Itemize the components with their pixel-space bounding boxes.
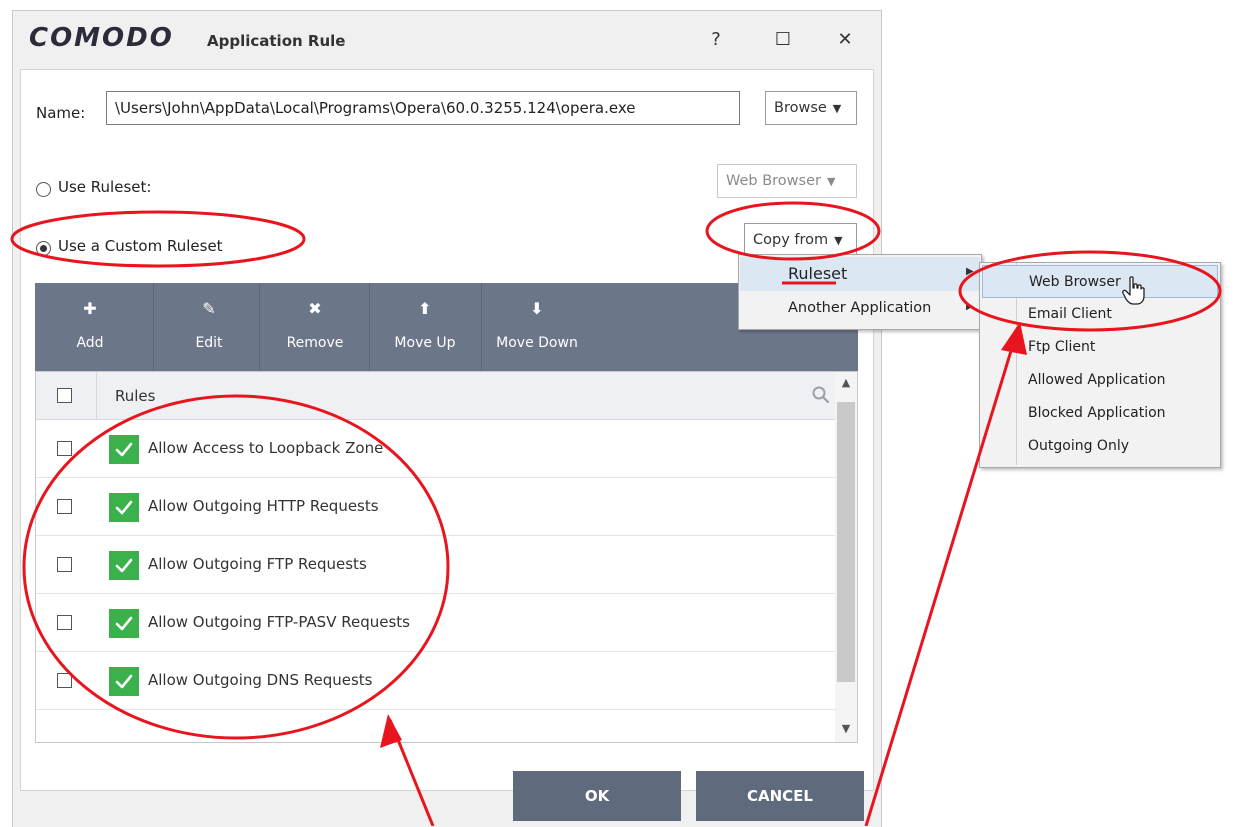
- submenu-item-label: Blocked Application: [1028, 405, 1166, 421]
- rule-label: Allow Outgoing DNS Requests: [148, 671, 373, 689]
- comodo-logo: COMODO: [29, 23, 174, 53]
- ruleset-dropdown-value: Web Browser: [726, 173, 821, 189]
- chevron-down-icon: ▼: [832, 102, 842, 115]
- submenu-item-label: Web Browser: [1029, 274, 1121, 290]
- enabled-check-icon[interactable]: [109, 493, 139, 522]
- move-up-label: Move Up: [394, 335, 456, 351]
- submenu-item-label: Outgoing Only: [1028, 438, 1130, 454]
- title-bar: COMODO Application Rule ? ☐ ✕: [13, 11, 881, 71]
- ok-button[interactable]: OK: [513, 771, 681, 821]
- application-rule-dialog: COMODO Application Rule ? ☐ ✕ Name: \Use…: [12, 10, 882, 827]
- pencil-icon: ✎: [202, 299, 216, 318]
- hand-cursor-icon: [1122, 276, 1145, 305]
- scrollbar-thumb[interactable]: [837, 402, 855, 682]
- menu-item-label: Another Application: [788, 300, 932, 316]
- rule-label: Allow Outgoing FTP Requests: [148, 555, 367, 573]
- enabled-check-icon[interactable]: [109, 667, 139, 696]
- chevron-down-icon: ▼: [834, 234, 843, 247]
- enabled-check-icon[interactable]: [109, 609, 139, 638]
- window-title: Application Rule: [207, 32, 346, 50]
- use-ruleset-radio[interactable]: [36, 182, 51, 197]
- row-select-checkbox[interactable]: [57, 499, 72, 514]
- vertical-scrollbar[interactable]: ▲ ▼: [835, 372, 857, 742]
- use-custom-ruleset-radio[interactable]: [36, 241, 51, 256]
- cancel-button[interactable]: CANCEL: [696, 771, 864, 821]
- copy-from-menu: Ruleset ▶ Another Application ▶: [738, 254, 982, 330]
- remove-label: Remove: [286, 335, 344, 351]
- submenu-item-allowed-application[interactable]: Allowed Application: [982, 364, 1218, 397]
- submenu-arrow-icon: ▶: [966, 266, 974, 277]
- rules-table-header: Rules: [36, 372, 835, 420]
- ruleset-dropdown[interactable]: Web Browser ▼: [717, 164, 857, 198]
- enabled-check-icon[interactable]: [109, 435, 139, 464]
- rule-label: Allow Outgoing FTP-PASV Requests: [148, 613, 410, 631]
- edit-label: Edit: [195, 335, 223, 351]
- rule-label: Allow Outgoing HTTP Requests: [148, 497, 379, 515]
- menu-item-another-application[interactable]: Another Application ▶: [740, 292, 980, 326]
- submenu-item-web-browser[interactable]: Web Browser: [982, 265, 1218, 298]
- rules-toolbar: ✚ Add ✎ Edit ✖ Remove ⬆ Move Up ⬇ Move D…: [35, 283, 858, 371]
- row-select-checkbox[interactable]: [57, 615, 72, 630]
- search-icon[interactable]: [811, 385, 831, 405]
- add-label: Add: [76, 335, 104, 351]
- scroll-down-icon[interactable]: ▼: [835, 722, 857, 735]
- select-all-checkbox[interactable]: [57, 388, 72, 403]
- copy-from-label: Copy from: [753, 232, 829, 248]
- use-custom-ruleset-label: Use a Custom Ruleset: [58, 237, 223, 255]
- column-divider: [96, 372, 97, 420]
- table-row[interactable]: Allow Access to Loopback Zone: [36, 420, 835, 478]
- help-button[interactable]: ?: [696, 21, 736, 57]
- table-row[interactable]: Allow Outgoing FTP-PASV Requests: [36, 594, 835, 652]
- table-row[interactable]: Allow Outgoing DNS Requests: [36, 652, 835, 710]
- maximize-button[interactable]: ☐: [763, 21, 803, 57]
- submenu-item-email-client[interactable]: Email Client: [982, 298, 1218, 331]
- row-select-checkbox[interactable]: [57, 557, 72, 572]
- move-down-label: Move Down: [496, 335, 578, 351]
- table-row[interactable]: Allow Outgoing HTTP Requests: [36, 478, 835, 536]
- menu-item-label: Ruleset: [788, 264, 848, 283]
- submenu-arrow-icon: ▶: [966, 301, 974, 312]
- dialog-body: Name: \Users\John\AppData\Local\Programs…: [20, 69, 874, 791]
- browse-label: Browse: [774, 100, 827, 116]
- submenu-item-label: Ftp Client: [1028, 339, 1096, 355]
- submenu-item-label: Allowed Application: [1028, 372, 1166, 388]
- submenu-item-label: Email Client: [1028, 306, 1112, 322]
- browse-dropdown[interactable]: Browse ▼: [765, 91, 857, 125]
- enabled-check-icon[interactable]: [109, 551, 139, 580]
- row-select-checkbox[interactable]: [57, 673, 72, 688]
- submenu-item-outgoing-only[interactable]: Outgoing Only: [982, 430, 1218, 463]
- chevron-down-icon: ▼: [826, 175, 836, 188]
- ruleset-submenu: Web Browser Email Client Ftp Client Allo…: [979, 262, 1221, 468]
- submenu-item-ftp-client[interactable]: Ftp Client: [982, 331, 1218, 364]
- add-button[interactable]: ✚ Add: [35, 283, 145, 371]
- menu-item-ruleset[interactable]: Ruleset ▶: [740, 257, 980, 291]
- x-icon: ✖: [308, 299, 322, 318]
- edit-button[interactable]: ✎ Edit: [154, 283, 264, 371]
- remove-button[interactable]: ✖ Remove: [260, 283, 370, 371]
- submenu-item-blocked-application[interactable]: Blocked Application: [982, 397, 1218, 430]
- arrow-up-icon: ⬆: [418, 299, 432, 318]
- arrow-down-icon: ⬇: [530, 299, 544, 318]
- use-ruleset-label: Use Ruleset:: [58, 178, 152, 196]
- table-row[interactable]: Allow Outgoing FTP Requests: [36, 536, 835, 594]
- name-label: Name:: [36, 104, 86, 122]
- rules-table: Rules Allow Access to Loopback Zone Allo…: [35, 371, 858, 743]
- copy-from-dropdown[interactable]: Copy from ▼: [744, 223, 857, 257]
- close-button[interactable]: ✕: [825, 21, 865, 57]
- name-field[interactable]: \Users\John\AppData\Local\Programs\Opera…: [106, 91, 740, 125]
- move-down-button[interactable]: ⬇ Move Down: [482, 283, 592, 371]
- rules-column-header: Rules: [115, 387, 156, 405]
- scroll-up-icon[interactable]: ▲: [835, 376, 857, 389]
- move-up-button[interactable]: ⬆ Move Up: [370, 283, 480, 371]
- plus-icon: ✚: [83, 299, 97, 318]
- row-select-checkbox[interactable]: [57, 441, 72, 456]
- rule-label: Allow Access to Loopback Zone: [148, 439, 384, 457]
